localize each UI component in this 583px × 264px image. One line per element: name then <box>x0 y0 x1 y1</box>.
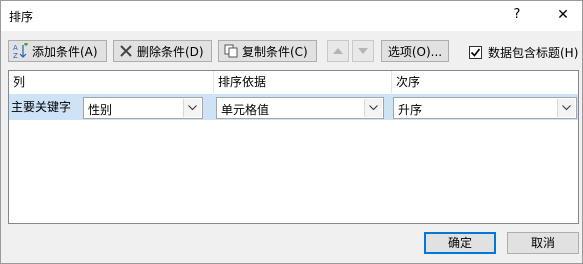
delete-level-label: 删除条件(D) <box>137 44 204 59</box>
add-level-icon: A Z <box>13 43 29 59</box>
dialog-title: 排序 <box>9 10 34 24</box>
move-down-button[interactable] <box>352 40 374 62</box>
copy-level-button[interactable]: 复制条件(C) <box>218 40 317 62</box>
copy-icon <box>223 43 239 59</box>
column-header-column: 列 <box>13 75 26 89</box>
chevron-down-icon[interactable] <box>364 99 382 117</box>
chevron-down-icon[interactable] <box>557 99 575 117</box>
svg-text:Z: Z <box>13 52 18 59</box>
close-button[interactable]: ✕ <box>552 5 574 25</box>
chevron-down-icon[interactable] <box>183 99 201 117</box>
ok-button[interactable]: 确定 <box>424 232 496 254</box>
delete-level-button[interactable]: 删除条件(D) <box>113 40 212 62</box>
column-header-sort-on: 排序依据 <box>218 75 267 89</box>
sort-dialog: 排序 ? ✕ A Z 添加条件(A) 删除条件(D) 复制条件(C) 选项(O)… <box>0 0 583 264</box>
sort-on-select[interactable]: 单元格值 <box>216 97 384 119</box>
title-bar: 排序 ? ✕ <box>1 1 582 31</box>
checkmark-icon <box>470 48 481 57</box>
options-button[interactable]: 选项(O)... <box>381 40 449 62</box>
order-select[interactable]: 升序 <box>393 97 577 119</box>
help-button[interactable]: ? <box>506 5 528 25</box>
column-header-order: 次序 <box>396 75 421 89</box>
move-up-button[interactable] <box>327 40 349 62</box>
order-select-value: 升序 <box>398 103 423 117</box>
sort-on-select-value: 单元格值 <box>221 103 270 117</box>
header-checkbox[interactable] <box>469 46 482 59</box>
copy-level-label: 复制条件(C) <box>242 44 308 59</box>
options-label: 选项(O)... <box>387 44 443 59</box>
delete-x-icon <box>118 43 134 59</box>
add-level-label: 添加条件(A) <box>32 44 98 59</box>
sort-levels-grid: 列 排序依据 次序 主要关键字 性别 单元格值 升序 <box>8 70 579 224</box>
svg-text:A: A <box>13 44 18 52</box>
primary-key-label: 主要关键字 <box>11 100 72 114</box>
arrow-down-icon <box>358 48 368 54</box>
column-select-value: 性别 <box>88 103 113 117</box>
header-checkbox-label: 数据包含标题(H) <box>488 46 579 60</box>
arrow-up-icon <box>333 48 343 54</box>
column-select[interactable]: 性别 <box>83 97 203 119</box>
header-checkbox-row[interactable]: 数据包含标题(H) <box>469 44 578 61</box>
cancel-button[interactable]: 取消 <box>507 232 579 254</box>
add-level-button[interactable]: A Z 添加条件(A) <box>8 40 107 62</box>
